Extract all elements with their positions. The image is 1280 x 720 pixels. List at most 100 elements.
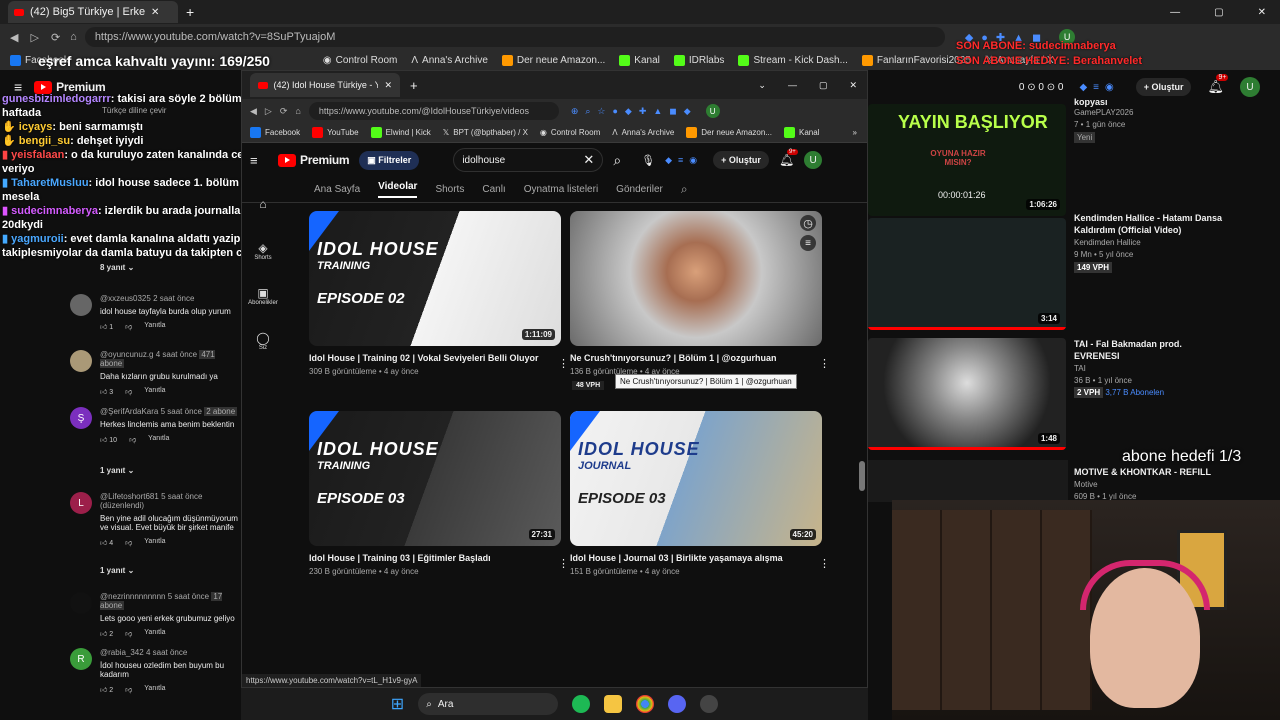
outer-url-field[interactable]: https://www.youtube.com/watch?v=8SuPTyua… (84, 27, 945, 47)
comment-author[interactable]: @nezrinnnnnnnnn (100, 592, 166, 601)
search-icon[interactable]: ⌕ (613, 152, 621, 169)
reply-button[interactable]: Yanıtla (144, 629, 165, 638)
avatar[interactable]: L (70, 492, 92, 514)
tab-home[interactable]: Ana Sayfa (314, 184, 360, 195)
replies-toggle[interactable]: 1 yanıt ⌄ (100, 466, 134, 475)
replies-toggle[interactable]: 8 yanıt ⌄ (100, 263, 134, 272)
filters-button[interactable]: ▣ Filtreler (359, 150, 420, 170)
comment-author[interactable]: @xxzeus0325 (100, 294, 151, 303)
comment-author[interactable]: @ŞerifArdaKara (100, 407, 158, 416)
dislike-icon[interactable]: 👎︎ (125, 685, 132, 694)
reload-icon[interactable]: ⟳ (280, 106, 288, 117)
bookmark-facebook[interactable]: Facebook (250, 127, 300, 138)
discord-icon[interactable] (668, 695, 687, 713)
settings-icon[interactable] (700, 695, 719, 713)
back-icon[interactable]: ◀ (250, 106, 257, 117)
related-channel[interactable]: Motive (1074, 480, 1264, 489)
minimize-icon[interactable]: — (1170, 7, 1180, 18)
video-title[interactable]: Idol House | Training 03 | Eğitimler Baş… (309, 553, 561, 563)
bookmark-youtube[interactable]: YouTube (312, 127, 359, 138)
close-tab-icon[interactable]: ✕ (151, 7, 159, 18)
video-card[interactable]: IDOL HOUSE TRAINING EPISODE 03 27:31 Idol … (309, 411, 569, 576)
bookmark-kick-dash[interactable]: Stream - Kick Dash... (738, 54, 848, 66)
video-card[interactable]: ◷ ≡ Ne Crush'tınıyorsunuz? | Bölüm 1 | @… (570, 211, 830, 390)
more-options-icon[interactable]: ⋮ (819, 557, 830, 570)
more-bookmarks-icon[interactable]: » (853, 128, 857, 137)
more-options-icon[interactable]: ⋮ (558, 557, 569, 570)
notifications-icon[interactable]: 🔔︎ 9+ (779, 149, 798, 167)
bookmark-amazon[interactable]: Der neue Amazon... (686, 127, 772, 138)
tab-shorts[interactable]: Shorts (435, 184, 464, 195)
avatar[interactable]: U (1240, 77, 1260, 97)
rail-shorts[interactable]: ◈ Shorts (248, 241, 278, 261)
dislike-icon[interactable]: 👎︎ (125, 322, 132, 331)
reply-button[interactable]: Yanıtla (144, 538, 165, 547)
outer-active-tab[interactable]: (42) Big5 Türkiye | Erkek Hazırlık ✕ (8, 1, 178, 23)
taskbar-search[interactable]: ⌕ Ara (418, 693, 559, 715)
bookmark-fanlarin[interactable]: FanlarınFavorisi2025 (861, 54, 971, 66)
like-icon[interactable]: 👍︎ 10 (100, 435, 117, 444)
related-title[interactable]: MOTIVE & KHONTKAR - REFILL (1074, 466, 1264, 478)
back-icon[interactable]: ◀ (10, 31, 18, 44)
comment-author[interactable]: @Lifetoshort681 (100, 492, 159, 501)
video-thumbnail[interactable]: ◷ ≡ (570, 211, 822, 346)
comment-author[interactable]: @oyuncunuz.g (100, 350, 154, 359)
forward-icon[interactable]: ▷ (30, 31, 38, 44)
more-options-icon[interactable]: ⋮ (558, 357, 569, 370)
extension-icons[interactable]: ◆≡◉ (1079, 82, 1119, 93)
bookmark-kanal[interactable]: Kanal (783, 127, 819, 138)
reply-button[interactable]: Yanıtla (144, 685, 165, 694)
bookmark-idrlabs[interactable]: IDRlabs (673, 54, 724, 66)
avatar[interactable]: R (70, 648, 92, 670)
new-tab-icon[interactable]: + (186, 4, 194, 20)
bookmark-kanal[interactable]: Kanal (619, 54, 660, 66)
bookmark-control-room[interactable]: ◉ Control Room (323, 55, 397, 66)
dislike-icon[interactable]: 👎︎ (129, 435, 136, 444)
related-title[interactable]: TAI - Fal Bakmadan prod. EVRENESI (1074, 338, 1184, 362)
new-tab-icon[interactable]: + (410, 78, 418, 93)
like-icon[interactable]: 👍︎ 2 (100, 685, 113, 694)
profile-avatar[interactable]: U (705, 104, 720, 118)
video-thumbnail[interactable]: IDOL HOUSE JOURNAL EPISODE 03 45:20 (570, 411, 822, 546)
inner-active-tab[interactable]: (42) Idol House Türkiye - YouTu ✕ (250, 73, 400, 97)
related-channel[interactable]: GamePLAY2026 (1074, 108, 1264, 117)
inner-url-field[interactable]: https://www.youtube.com/@IdolHouseTürkiy… (308, 102, 559, 120)
create-button[interactable]: + Oluştur (1135, 78, 1192, 96)
video-title[interactable]: Idol House | Training 02 | Vokal Seviyel… (309, 353, 561, 363)
video-thumbnail[interactable]: IDOL HOUSE TRAINING EPISODE 03 27:31 (309, 411, 561, 546)
reply-button[interactable]: Yanıtla (144, 387, 165, 396)
avatar[interactable]: Ş (70, 407, 92, 429)
extension-icons[interactable]: ⊕⌕☆●◆✚▲◼◆ (571, 106, 698, 117)
microphone-icon[interactable]: 🎙︎ (641, 154, 655, 167)
related-video[interactable]: YAYIN BAŞLIYOR OYUNA HAZIR MISIN? 00:00:… (868, 104, 1068, 216)
avatar[interactable] (70, 350, 92, 372)
windows-start-icon[interactable]: ⊞ (391, 694, 404, 714)
tab-playlists[interactable]: Oynatma listeleri (524, 184, 598, 195)
video-title[interactable]: Ne Crush'tınıyorsunuz? | Bölüm 1 | @ozgu… (570, 353, 822, 363)
notifications-icon[interactable]: 🔔︎ 9+ (1207, 74, 1229, 95)
home-icon[interactable]: ⌂ (70, 31, 77, 43)
close-window-icon[interactable]: ✕ (849, 80, 857, 91)
avatar[interactable]: U (804, 151, 823, 169)
watch-later-icon[interactable]: ◷ (800, 215, 816, 231)
like-icon[interactable]: 👍︎ 3 (100, 387, 113, 396)
youtube-premium-logo[interactable]: Premium (278, 153, 350, 167)
bookmark-elwind[interactable]: Elwind | Kick (370, 127, 431, 138)
like-icon[interactable]: 👍︎ 1 (100, 322, 113, 331)
more-options-icon[interactable]: ⋮ (819, 357, 830, 370)
related-thumbnail[interactable]: 3:14 (868, 218, 1066, 330)
dislike-icon[interactable]: 👎︎ (125, 538, 132, 547)
home-icon[interactable]: ⌂ (295, 106, 300, 116)
tab-list-icon[interactable]: ⌄ (758, 80, 766, 91)
related-channel[interactable]: TAI (1074, 364, 1264, 373)
avatar[interactable] (70, 592, 92, 614)
scrollbar-thumb[interactable] (859, 461, 865, 491)
replies-toggle[interactable]: 1 yanıt ⌄ (100, 566, 134, 575)
like-icon[interactable]: 👍︎ 2 (100, 629, 113, 638)
add-to-queue-icon[interactable]: ≡ (800, 235, 816, 251)
close-window-icon[interactable]: ✕ (1258, 7, 1266, 18)
forward-icon[interactable]: ▷ (265, 106, 272, 117)
translate-link[interactable]: Türkçe diline çevir (102, 106, 166, 115)
bookmark-annas-archive[interactable]: Λ Anna's Archive (612, 128, 674, 137)
reload-icon[interactable]: ⟳ (51, 31, 60, 44)
